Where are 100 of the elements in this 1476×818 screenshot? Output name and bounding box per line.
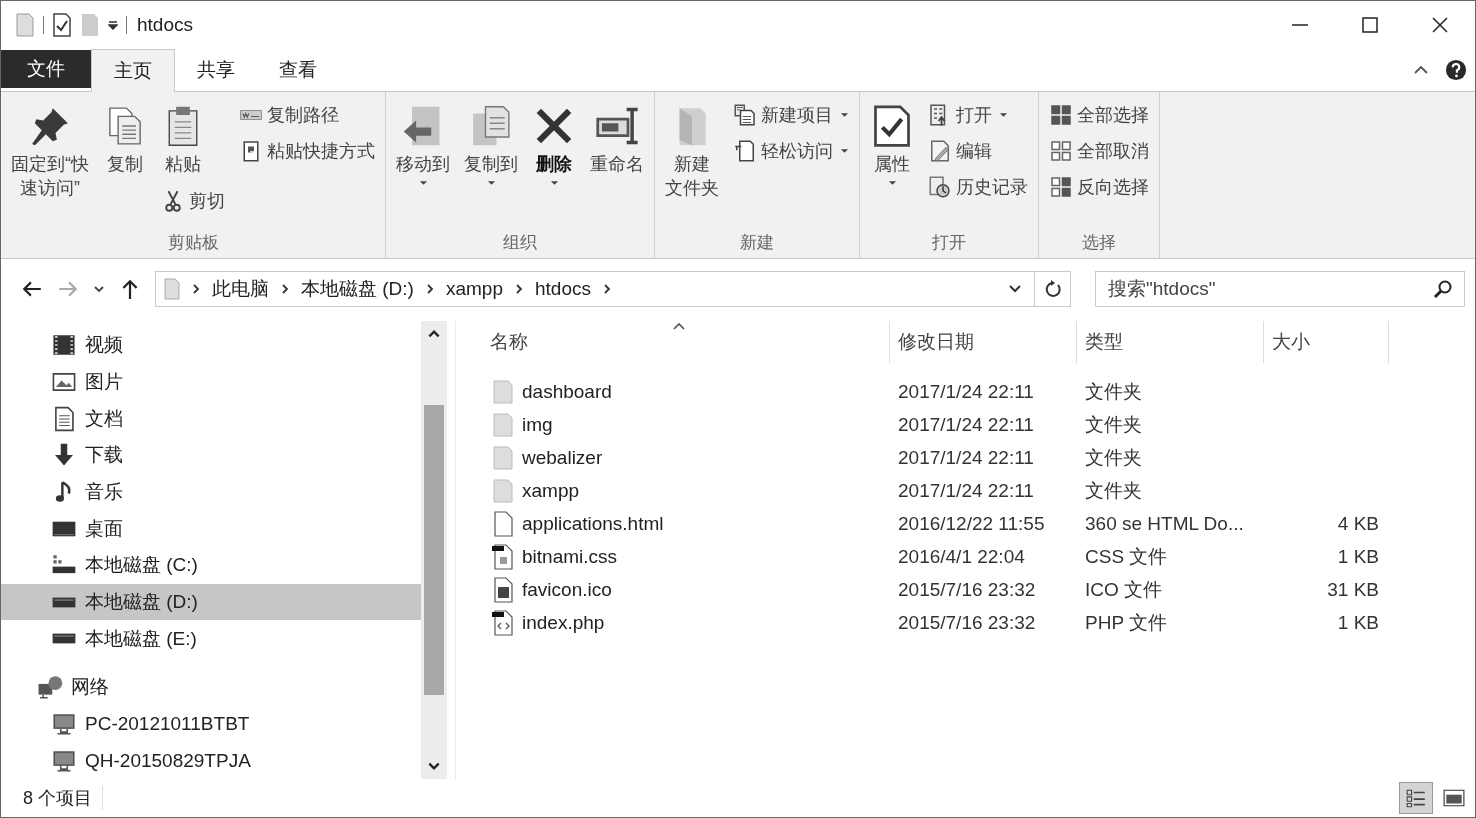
address-bar[interactable]: 此电脑 本地磁盘 (D:) xampp htdocs [155,271,1071,307]
chevron-down-icon[interactable] [1008,284,1022,294]
table-cell: 文件夹 [1085,413,1142,435]
ribbon-button[interactable]: 复制 [99,100,151,181]
ribbon-button[interactable]: 粘贴快捷方式 [235,136,379,166]
file-name[interactable]: img [522,413,553,436]
table-cell: ICO 文件 [1085,578,1163,600]
ribbon-button[interactable]: 全部选择 [1045,100,1153,130]
chevron-right-icon[interactable] [281,283,289,295]
file-name[interactable]: bitnami.css [522,545,618,568]
checkmark-icon[interactable] [52,13,72,37]
breadcrumb-link[interactable]: htdocs [534,278,591,300]
scroll-down-icon[interactable] [427,761,441,771]
ribbon-button[interactable]: 剪切 [157,186,229,217]
sidebar-item[interactable]: PC-20121011BTBT [1,705,421,743]
column-header[interactable]: 大小 [1264,321,1389,363]
ribbon-tab[interactable]: 查看 [257,49,339,91]
file-name[interactable]: favicon.ico [522,578,612,601]
ribbon-button[interactable]: 全部取消 [1045,136,1153,166]
breadcrumb-link[interactable]: xampp [445,278,503,300]
folder-icon [492,444,514,471]
sidebar-item[interactable]: 网络 [1,669,421,706]
select-all-icon [1049,103,1073,127]
group-label: 新建 [739,232,775,254]
ribbon-button[interactable]: 复制路径 [235,100,343,130]
table-cell: 2015/7/16 23:32 [898,611,1036,633]
ribbon-button[interactable]: 复制到 [460,100,522,191]
table-cell: PHP 文件 [1085,611,1167,633]
ribbon-button[interactable]: 重命名 [586,100,648,181]
collapse-ribbon-icon[interactable] [1413,65,1429,75]
table-cell: 2016/12/22 11:55 [898,512,1045,534]
group-label: 剪贴板 [166,232,220,254]
drive-icon [51,595,77,609]
file-name[interactable]: xampp [522,479,580,502]
table-cell: 31 KB [1327,578,1379,600]
ribbon-button[interactable]: 新建 文件夹 [661,100,723,205]
table-cell: 360 se HTML Do... [1085,512,1244,534]
easy-access-icon [733,139,757,163]
computer-icon [51,711,77,738]
column-header[interactable]: 名称 [482,321,890,363]
sidebar-item[interactable]: 音乐 [1,473,421,511]
ribbon-button[interactable]: 固定到“快 速访问” [7,100,93,205]
breadcrumb-link[interactable]: 此电脑 [212,276,269,302]
ribbon-button[interactable]: 反向选择 [1045,172,1153,202]
chevron-right-icon[interactable] [602,283,611,295]
sidebar-item[interactable]: 图片 [1,363,421,401]
network-icon [37,674,63,701]
drive-icon [51,632,77,646]
file-name[interactable]: dashboard [522,380,612,403]
sidebar-item[interactable]: 桌面 [1,510,421,548]
sidebar-item[interactable]: 本地磁盘 (E:) [1,620,421,658]
table-cell: 1 KB [1337,611,1379,633]
ribbon-button[interactable]: 新建项目 [729,100,853,130]
ribbon-button[interactable]: 轻松访问 [729,136,853,166]
scrollbar-thumb[interactable] [424,405,444,695]
code-file-icon [492,609,514,636]
ribbon-button[interactable]: 编辑 [924,136,996,166]
select-none-icon [1049,139,1073,163]
sidebar-item[interactable]: 下载 [1,437,421,474]
ribbon-button[interactable]: 属性 [866,100,918,191]
table-cell: 文件夹 [1085,380,1142,402]
ribbon-button[interactable]: 打开 [924,100,1012,130]
chevron-right-icon[interactable] [192,283,200,295]
invert-selection-icon [1049,175,1073,199]
chevron-right-icon[interactable] [425,283,434,295]
scroll-up-icon[interactable] [427,329,441,339]
sidebar-item[interactable]: 本地磁盘 (D:) [1,583,421,621]
edit-icon [928,139,952,163]
details-view-button[interactable] [1399,782,1433,814]
sidebar-item[interactable]: 文档 [1,400,421,437]
sidebar-item[interactable]: 视频 [1,327,421,364]
maximize-icon [1362,17,1378,33]
ribbon-button[interactable]: 删除 [528,100,580,191]
code-file-icon [492,543,514,570]
group-label: 打开 [931,232,967,254]
ribbon-button[interactable]: 移动到 [392,100,454,191]
file-name[interactable]: webalizer [522,446,603,469]
ribbon-button[interactable]: 粘贴 [157,100,209,181]
column-header[interactable]: 修改日期 [890,321,1077,363]
ribbon-tab[interactable]: 文件 [1,50,91,88]
new-item-icon [733,103,757,127]
window-title: htdocs [137,14,193,36]
file-name[interactable]: applications.html [522,512,664,535]
sidebar-item[interactable]: 本地磁盘 (C:) [1,547,421,584]
close-icon [1432,17,1448,33]
scrollbar[interactable] [421,321,447,779]
ribbon-tab[interactable]: 主页 [91,49,175,92]
ribbon-button[interactable]: 历史记录 [924,172,1032,202]
column-header[interactable]: 类型 [1077,321,1264,363]
chevron-right-icon[interactable] [514,283,523,295]
file-name[interactable]: index.php [522,611,605,634]
caret-icon[interactable] [108,20,118,30]
search-field[interactable]: 搜索"htdocs" [1095,271,1465,307]
history-icon [928,175,952,199]
help-icon[interactable] [1445,59,1467,81]
chevron-down-icon[interactable] [93,285,105,293]
table-cell: 2017/1/24 22:11 [898,380,1034,402]
sidebar-item[interactable]: QH-20150829TPJA [1,742,421,780]
breadcrumb-link[interactable]: 本地磁盘 (D:) [301,276,414,302]
ribbon-tab[interactable]: 共享 [175,49,257,91]
